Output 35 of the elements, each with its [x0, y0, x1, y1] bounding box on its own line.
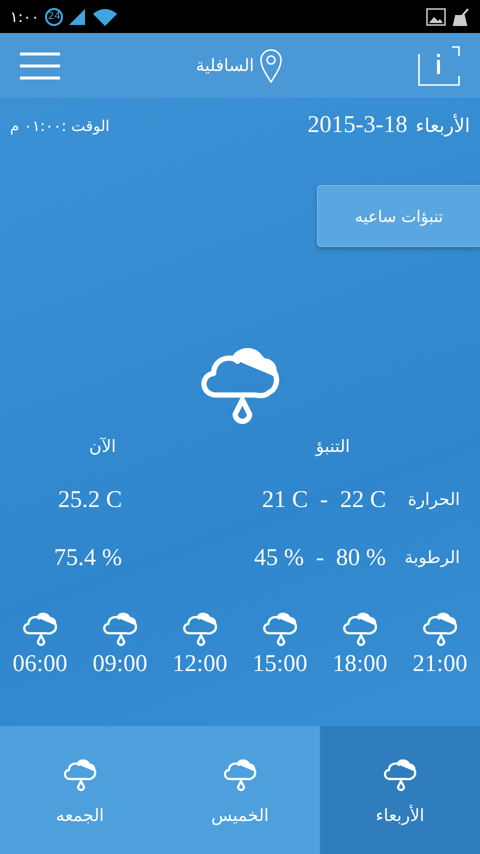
day-tab[interactable]: الأربعاء [320, 726, 480, 854]
low-value: 45 % [254, 544, 304, 572]
row-label: الحرارة [406, 490, 460, 510]
hourly-forecast-button[interactable]: تنبؤات ساعيه [317, 185, 480, 247]
broom-icon [452, 8, 470, 26]
forecast-heading: التنبؤ [314, 436, 351, 459]
data-badge: 24 [45, 8, 64, 26]
menu-icon[interactable] [20, 52, 60, 80]
weekday-text: الأربعاء [416, 114, 470, 136]
high-value: 80 % [336, 544, 386, 572]
date-text: 2015-3-18 [308, 112, 408, 139]
day-tab[interactable]: الخميس [160, 726, 320, 854]
hour-label: 21:00 [412, 651, 468, 678]
high-value: 22 C [340, 486, 386, 514]
info-icon[interactable] [418, 46, 460, 86]
location-pin-icon [260, 48, 282, 82]
status-time: ١:٠٠ [10, 8, 40, 26]
day-tab[interactable]: الجمعه [0, 726, 160, 854]
hour-label: 06:00 [12, 651, 68, 678]
now-value: 75.4 % [54, 544, 122, 572]
hour-label: 12:00 [172, 651, 228, 678]
hour-label: 18:00 [332, 651, 388, 678]
low-value: 21 C [262, 486, 308, 514]
time-text: الوقت :٠١:٠٠ م [10, 116, 110, 134]
image-icon [426, 8, 446, 26]
location-name: السافلية [196, 56, 254, 76]
dash-text: - [320, 486, 328, 514]
hour-label: 09:00 [92, 651, 148, 678]
row-label: الرطوبة [404, 548, 460, 568]
dash-text: - [316, 544, 324, 572]
now-heading: الآن [88, 436, 117, 459]
wifi-icon [93, 8, 118, 26]
hour-label: 15:00 [252, 651, 308, 678]
signal-icon [69, 8, 88, 24]
now-value: 25.2 C [58, 486, 122, 514]
